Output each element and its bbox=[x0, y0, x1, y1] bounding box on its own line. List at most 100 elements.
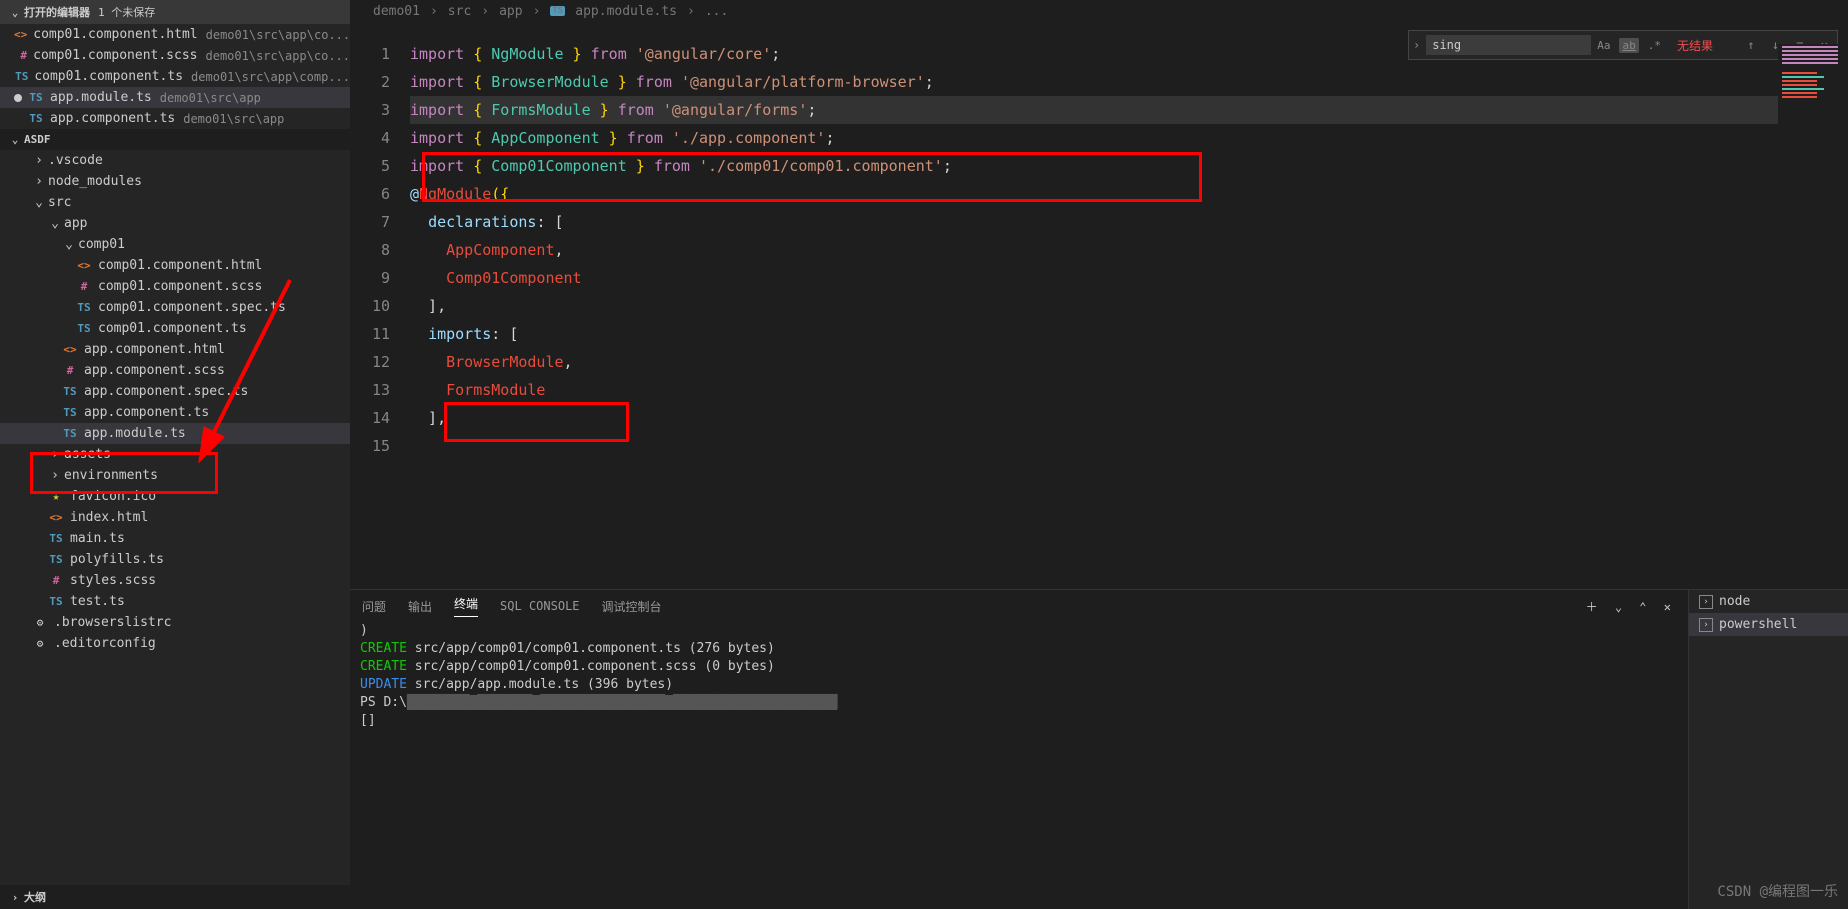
file-item[interactable]: TSpolyfills.ts bbox=[0, 549, 350, 570]
terminal-icon: › bbox=[1699, 618, 1713, 632]
file-name: app.component.html bbox=[84, 342, 225, 357]
explorer-root: ASDF bbox=[24, 133, 51, 146]
file-name: comp01.component.scss bbox=[98, 279, 262, 294]
file-item[interactable]: <>index.html bbox=[0, 507, 350, 528]
file-name: .editorconfig bbox=[54, 636, 156, 651]
terminal-name: node bbox=[1719, 594, 1750, 609]
editor-name: comp01.component.html bbox=[33, 27, 197, 42]
file-item[interactable]: #styles.scss bbox=[0, 570, 350, 591]
explorer-root-header[interactable]: ⌄ ASDF bbox=[0, 129, 350, 150]
file-name: main.ts bbox=[70, 531, 125, 546]
outline-header[interactable]: › 大纲 bbox=[0, 885, 350, 909]
modified-dot-icon bbox=[14, 94, 22, 102]
chevron-icon: ⌄ bbox=[48, 216, 62, 231]
breadcrumb[interactable]: demo01› src› app› TS app.module.ts› ... bbox=[350, 0, 1848, 22]
maximize-icon[interactable]: ⌃ bbox=[1639, 600, 1646, 614]
file-name: polyfills.ts bbox=[70, 552, 164, 567]
file-name: app.component.spec.ts bbox=[84, 384, 248, 399]
code-editor[interactable]: import { NgModule } from '@angular/core'… bbox=[410, 22, 1848, 589]
unsaved-count: 1 个未保存 bbox=[98, 4, 155, 20]
file-name: app.component.ts bbox=[84, 405, 209, 420]
open-editor-item[interactable]: #comp01.component.scssdemo01\src\app\co.… bbox=[0, 45, 350, 66]
terminal-dropdown-icon[interactable]: ⌄ bbox=[1615, 600, 1622, 614]
main-area: demo01› src› app› TS app.module.ts› ... … bbox=[350, 0, 1848, 909]
bc-more[interactable]: ... bbox=[705, 4, 728, 19]
bottom-panel: 问题 输出 终端 SQL CONSOLE 调试控制台 ＋ ⌄ ⌃ ✕ )CREATE s… bbox=[350, 589, 1848, 909]
open-editors-list: <>comp01.component.htmldemo01\src\app\co… bbox=[0, 24, 350, 129]
file-name: comp01.component.ts bbox=[98, 321, 247, 336]
outline-title: 大纲 bbox=[24, 889, 46, 905]
panel-tab-4[interactable]: 调试控制台 bbox=[602, 598, 662, 615]
folder-item[interactable]: ›.vscode bbox=[0, 150, 350, 171]
file-name: .browserslistrc bbox=[54, 615, 171, 630]
chevron-right-icon: › bbox=[8, 891, 22, 904]
explorer-tree: ›.vscode›node_modules⌄src⌄app⌄comp01<>co… bbox=[0, 150, 350, 885]
file-name: favicon.ico bbox=[70, 489, 156, 504]
file-item[interactable]: TSapp.module.ts bbox=[0, 423, 350, 444]
folder-item[interactable]: ›node_modules bbox=[0, 171, 350, 192]
folder-name: .vscode bbox=[48, 153, 103, 168]
file-name: styles.scss bbox=[70, 573, 156, 588]
folder-name: src bbox=[48, 195, 71, 210]
editor-name: comp01.component.scss bbox=[33, 48, 197, 63]
chevron-icon: › bbox=[32, 153, 46, 168]
file-item[interactable]: #app.component.scss bbox=[0, 360, 350, 381]
open-editor-item[interactable]: TScomp01.component.tsdemo01\src\app\comp… bbox=[0, 66, 350, 87]
minimap[interactable] bbox=[1778, 44, 1848, 244]
watermark: CSDN @编程图一乐 bbox=[1717, 881, 1838, 901]
folder-item[interactable]: ›environments bbox=[0, 465, 350, 486]
open-editors-header[interactable]: ⌄ 打开的编辑器 1 个未保存 bbox=[0, 0, 350, 24]
ts-icon: TS bbox=[550, 6, 565, 16]
bc-item[interactable]: demo01 bbox=[373, 4, 420, 19]
file-item[interactable]: TSapp.component.ts bbox=[0, 402, 350, 423]
editor-path: demo01\src\app bbox=[183, 112, 284, 126]
folder-item[interactable]: ⌄comp01 bbox=[0, 234, 350, 255]
folder-item[interactable]: ⌄src bbox=[0, 192, 350, 213]
file-item[interactable]: ★favicon.ico bbox=[0, 486, 350, 507]
bc-item[interactable]: src bbox=[448, 4, 471, 19]
file-name: app.module.ts bbox=[84, 426, 186, 441]
bc-item[interactable]: app bbox=[499, 4, 522, 19]
file-item[interactable]: TScomp01.component.spec.ts bbox=[0, 297, 350, 318]
terminal-list: ›node›powershell bbox=[1688, 590, 1848, 909]
editor-path: demo01\src\app\co... bbox=[206, 49, 351, 63]
terminal-item[interactable]: ›node bbox=[1689, 590, 1848, 613]
chevron-icon: › bbox=[48, 468, 62, 483]
editor-name: app.component.ts bbox=[50, 111, 175, 126]
editor-path: demo01\src\app\co... bbox=[206, 28, 350, 42]
file-item[interactable]: TSmain.ts bbox=[0, 528, 350, 549]
file-item[interactable]: <>app.component.html bbox=[0, 339, 350, 360]
folder-item[interactable]: ⌄app bbox=[0, 213, 350, 234]
file-item[interactable]: TStest.ts bbox=[0, 591, 350, 612]
file-item[interactable]: #comp01.component.scss bbox=[0, 276, 350, 297]
folder-item[interactable]: ›assets bbox=[0, 444, 350, 465]
file-item[interactable]: ⚙.editorconfig bbox=[0, 633, 350, 654]
file-name: app.component.scss bbox=[84, 363, 225, 378]
panel-tabs: 问题 输出 终端 SQL CONSOLE 调试控制台 ＋ ⌄ ⌃ ✕ bbox=[350, 590, 1688, 622]
open-editor-item[interactable]: TSapp.component.tsdemo01\src\app bbox=[0, 108, 350, 129]
file-name: comp01.component.spec.ts bbox=[98, 300, 286, 315]
editor-name: comp01.component.ts bbox=[34, 69, 183, 84]
file-name: comp01.component.html bbox=[98, 258, 262, 273]
terminal-item[interactable]: ›powershell bbox=[1689, 613, 1848, 636]
file-item[interactable]: TSapp.component.spec.ts bbox=[0, 381, 350, 402]
file-item[interactable]: TScomp01.component.ts bbox=[0, 318, 350, 339]
panel-tab-0[interactable]: 问题 bbox=[362, 598, 386, 615]
file-item[interactable]: <>comp01.component.html bbox=[0, 255, 350, 276]
open-editor-item[interactable]: TSapp.module.tsdemo01\src\app bbox=[0, 87, 350, 108]
panel-tab-1[interactable]: 输出 bbox=[408, 598, 432, 615]
folder-name: assets bbox=[64, 447, 111, 462]
chevron-icon: ⌄ bbox=[62, 237, 76, 252]
chevron-down-icon: ⌄ bbox=[8, 133, 22, 146]
new-terminal-icon[interactable]: ＋ bbox=[1586, 600, 1598, 614]
folder-name: app bbox=[64, 216, 87, 231]
file-item[interactable]: ⚙.browserslistrc bbox=[0, 612, 350, 633]
open-editor-item[interactable]: <>comp01.component.htmldemo01\src\app\co… bbox=[0, 24, 350, 45]
chevron-icon: › bbox=[48, 447, 62, 462]
terminal-output[interactable]: )CREATE src/app/comp01/comp01.component.… bbox=[350, 622, 1688, 909]
editor-name: app.module.ts bbox=[50, 90, 152, 105]
panel-tab-3[interactable]: SQL CONSOLE bbox=[500, 599, 579, 613]
bc-file[interactable]: app.module.ts bbox=[575, 4, 677, 19]
panel-tab-2[interactable]: 终端 bbox=[454, 595, 478, 617]
close-panel-icon[interactable]: ✕ bbox=[1664, 600, 1671, 614]
